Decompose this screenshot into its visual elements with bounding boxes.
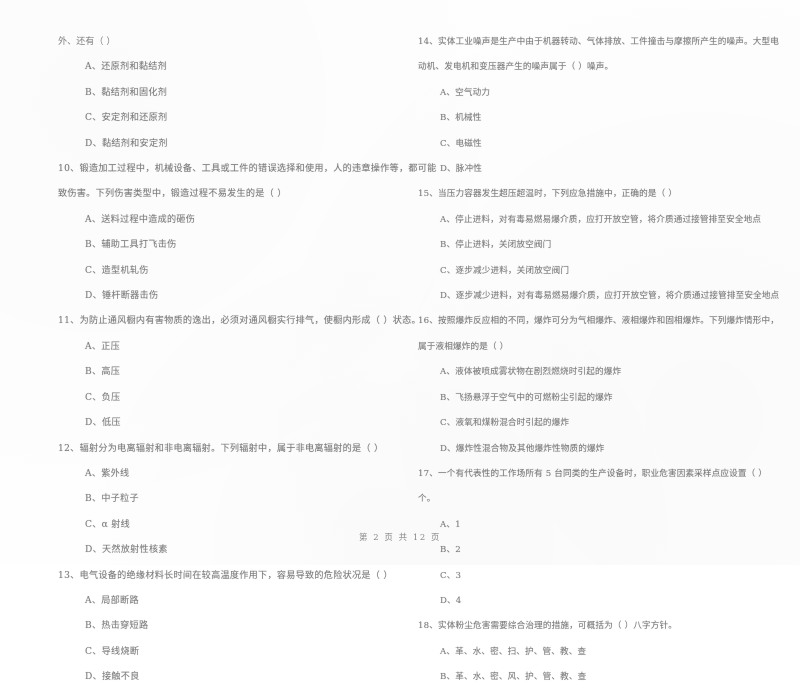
question-13-stem-line-1: 13、电气设备的绝缘材料长时间在较高温度作用下，容易导致的危险状况是（ ） <box>58 570 393 581</box>
question-14-stem-line-1: 14、实体工业噪声是生产中由于机器转动、气体排放、工件撞击与摩擦所产生的噪声。大… <box>418 37 779 47</box>
question-10-option-d: D、锤杆断器击伤 <box>85 291 159 302</box>
question-12-stem-line-1: 12、辐射分为电离辐射和非电离辐射。下列辐射中，属于非电离辐射的是（ ） <box>58 443 384 454</box>
question-12-option-b: B、中子粒子 <box>85 494 139 505</box>
right-column: 14、实体工业噪声是生产中由于机器转动、气体排放、工件撞击与摩擦所产生的噪声。大… <box>400 30 800 691</box>
carryover-option-c: C、安定剂和还原剂 <box>85 113 168 124</box>
question-11-option-a: A、正压 <box>85 341 121 352</box>
question-10-option-c: C、造型机轧伤 <box>85 265 149 276</box>
question-16-option-d: D、爆炸性混合物及其他爆炸性物质的爆炸 <box>440 443 605 454</box>
question-13-option-b: B、热击穿短路 <box>85 621 149 632</box>
question-11-option-c: C、负压 <box>85 392 121 403</box>
question-15-option-a: A、停止进料，对有毒易燃易爆介质，应打开放空管，将介质通过接管排至安全地点 <box>440 214 762 225</box>
carryover-option-d: D、黏结剂和安定剂 <box>85 138 168 149</box>
question-18-option-a: A、革、水、密、扫、护、管、教、查 <box>440 646 587 657</box>
question-13-option-c: C、导线烧断 <box>85 646 140 657</box>
question-17-stem-line-2: 个。 <box>418 494 436 505</box>
question-14-option-c: C、电磁性 <box>440 138 482 149</box>
question-10-option-a: A、送料过程中造成的砸伤 <box>85 214 196 225</box>
question-15-stem-line-1: 15、当压力容器发生超压超温时，下列应急措施中，正确的是（ ） <box>418 189 677 200</box>
question-13-option-d: D、接触不良 <box>85 672 140 683</box>
question-15-option-b: B、停止进料，关闭放空阀门 <box>440 240 552 251</box>
question-16-stem-line-2: 属于液相爆炸的是（ ） <box>418 341 509 352</box>
question-11-option-b: B、高压 <box>85 367 121 378</box>
question-11-stem-line-1: 11、为防止通风橱内有害物质的逸出，必须对通风橱实行排气，使橱内形成（ ）状态。 <box>58 316 421 327</box>
question-16-option-a: A、液体被喷成雾状物在剧烈燃烧时引起的爆炸 <box>440 367 622 378</box>
question-14-option-a: A、空气动力 <box>440 87 491 98</box>
question-15-option-c: C、逐步减少进料，关闭放空阀门 <box>440 265 570 276</box>
question-10-stem-line-2: 致伤害。下列伤害类型中，锻造过程不易发生的是（ ） <box>58 189 287 200</box>
question-12-option-a: A、紫外线 <box>85 468 130 479</box>
carryover-option-a: A、还原剂和黏结剂 <box>85 62 168 73</box>
question-16-option-b: B、飞扬悬浮于空气中的可燃粉尘引起的爆炸 <box>440 392 613 403</box>
question-17-option-c: C、3 <box>440 570 462 581</box>
question-17-stem-line-1: 17、一个有代表性的工作场所有 5 台同类的生产设备时，职业危害因素采样点应设置… <box>418 468 768 479</box>
question-15-option-d: D、逐步减少进料，对有毒易燃易爆介质，应打开放空管，将介质通过接管排至安全地点 <box>440 291 780 302</box>
question-10-option-b: B、辅助工具打飞击伤 <box>85 240 177 251</box>
carryover-option-b: B、黏结剂和固化剂 <box>85 87 168 98</box>
question-14-stem-line-2: 动机、发电机和变压器产生的噪声属于（ ）噪声。 <box>418 62 614 73</box>
question-14-option-b: B、机械性 <box>440 113 482 124</box>
question-13-option-a: A、局部断路 <box>85 595 139 606</box>
scanned-page: 外、还有（ ） A、还原剂和黏结剂 B、黏结剂和固化剂 C、安定剂和还原剂 D、… <box>0 0 800 682</box>
page-footer: 第 2 页 共 12 页 <box>359 532 441 542</box>
question-14-option-d: D、脉冲性 <box>440 164 483 175</box>
question-16-option-c: C、液氧和煤粉混合时引起的爆炸 <box>440 418 570 429</box>
question-17-option-d: D、4 <box>440 595 462 606</box>
two-column-body: 外、还有（ ） A、还原剂和黏结剂 B、黏结剂和固化剂 C、安定剂和还原剂 D、… <box>0 30 800 691</box>
question-16-stem-line-1: 16、按照爆炸反应相的不同，爆炸可分为气相爆炸、液相爆炸和固相爆炸。下列爆炸情形… <box>418 316 779 327</box>
question-18-stem-line-1: 18、实体粉尘危害需要综合治理的措施，可概括为（ ）八字方针。 <box>418 621 677 632</box>
question-11-option-d: D、低压 <box>85 418 121 429</box>
left-column: 外、还有（ ） A、还原剂和黏结剂 B、黏结剂和固化剂 C、安定剂和还原剂 D、… <box>0 30 437 691</box>
question-10-stem-line-1: 10、锻造加工过程中，机械设备、工具或工件的错误选择和使用，人的违章操作等，都可… <box>58 164 437 175</box>
question-18-option-b: B、革、水、密、风、护、管、教、查 <box>440 672 587 683</box>
carryover-stem: 外、还有（ ） <box>58 37 116 47</box>
